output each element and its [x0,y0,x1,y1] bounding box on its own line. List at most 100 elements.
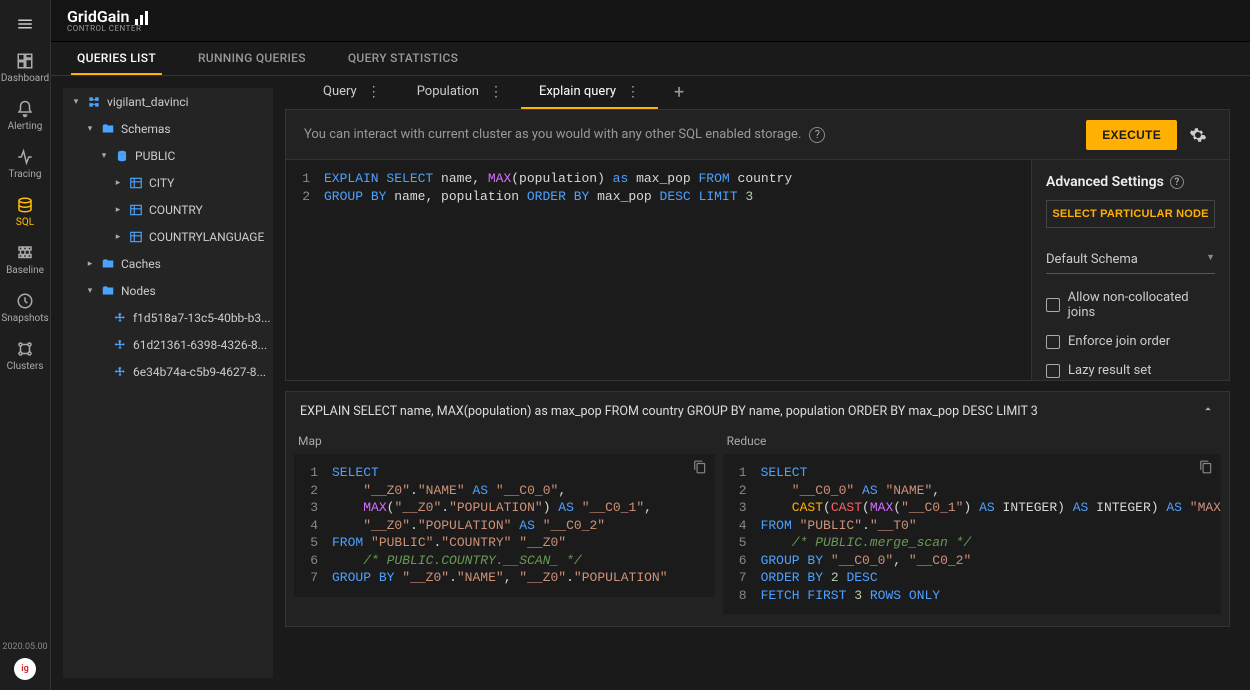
select-node-button[interactable]: SELECT PARTICULAR NODE [1046,200,1215,228]
tree-schemas[interactable]: ▾ Schemas [63,115,273,142]
nav-dashboard[interactable]: Dashboard [0,44,51,92]
nav-label: Tracing [8,169,41,180]
tree-node[interactable]: f1d518a7-13c5-40bb-b3... [63,304,273,331]
schema-select-value: Default Schema [1046,252,1138,267]
nav-baseline[interactable]: Baseline [0,236,51,284]
tab-more-icon[interactable]: ⋮ [626,84,640,100]
tab-more-icon[interactable]: ⋮ [367,84,381,100]
nav-sql[interactable]: SQL [0,188,51,236]
settings-option[interactable]: Enforce join order [1046,334,1215,349]
query-tab[interactable]: Population ⋮ [399,76,521,109]
top-tab[interactable]: QUERIES LIST [71,42,162,75]
tree-caches[interactable]: ▸ Caches [63,250,273,277]
result-panel: EXPLAIN SELECT name, MAX(population) as … [285,391,1230,627]
gear-icon [1189,126,1207,144]
reduce-result-code: 1SELECT2 "__C0_0" AS "NAME",3 CAST(CAST(… [723,454,1221,614]
copy-map-button[interactable] [693,460,707,480]
brand: GridGain CONTROL CENTER [67,9,148,33]
nav-alerting[interactable]: Alerting [0,92,51,140]
chevron-down-icon: ▾ [71,97,81,107]
plus-icon: + [674,82,684,103]
query-tab-label: Query [323,84,357,99]
settings-option[interactable]: Lazy result set [1046,363,1215,378]
settings-option[interactable]: Allow non-collocated joins [1046,290,1215,320]
query-tab-label: Population [417,84,479,99]
tree-schemas-label: Schemas [121,122,171,136]
tree-table-label: COUNTRYLANGUAGE [149,230,264,244]
header: GridGain CONTROL CENTER [51,0,1250,42]
option-label: Enforce join order [1068,334,1170,349]
tree-public-label: PUBLIC [135,149,175,163]
tree-cluster[interactable]: ▾ vigilant_davinci [63,88,273,115]
tree-table[interactable]: ▸ COUNTRY [63,196,273,223]
query-tabs: Query ⋮ Population ⋮ Explain query ⋮ + [285,76,1230,110]
table-icon [129,203,143,217]
sql-icon [16,196,34,214]
checkbox-icon [1046,335,1060,349]
tree-table[interactable]: ▸ COUNTRYLANGUAGE [63,223,273,250]
footer-logo: ig [14,658,36,680]
sql-editor[interactable]: 1EXPLAIN SELECT name, MAX(population) as… [286,160,1031,380]
folder-icon [101,122,115,136]
top-tab[interactable]: RUNNING QUERIES [192,42,312,75]
table-icon [129,230,143,244]
chevron-down-icon: ▼ [1206,252,1215,267]
help-icon[interactable]: ? [1170,175,1184,189]
nav-label: Alerting [8,121,43,132]
tree-schema-public[interactable]: ▾ PUBLIC [63,142,273,169]
nav-clusters[interactable]: Clusters [0,332,51,380]
baseline-icon [16,244,34,262]
snapshots-icon [16,292,34,310]
map-result-code: 1SELECT2 "__Z0"."NAME" AS "__C0_0",3 MAX… [294,454,715,597]
add-query-tab[interactable]: + [658,76,700,109]
tree-table-label: COUNTRY [149,203,203,217]
table-icon [129,176,143,190]
nav-tracing[interactable]: Tracing [0,140,51,188]
hamburger-menu[interactable] [9,8,41,40]
nav-snapshots[interactable]: Snapshots [0,284,51,332]
query-tab-label: Explain query [539,84,616,99]
chevron-right-icon: ▸ [113,232,123,242]
tree-node[interactable]: 6e34b74a-c5b9-4627-8... [63,358,273,385]
top-tabs: QUERIES LIST RUNNING QUERIES QUERY STATIST… [51,42,1250,76]
info-text: You can interact with current cluster as… [304,127,801,142]
option-label: Allow non-collocated joins [1068,290,1215,320]
query-tab[interactable]: Query ⋮ [305,76,399,109]
collapse-button[interactable] [1201,402,1215,420]
query-tab[interactable]: Explain query ⋮ [521,76,658,109]
tree-nodes-label: Nodes [121,284,156,298]
tracing-icon [16,148,34,166]
help-icon[interactable]: ? [809,127,825,143]
result-header-text: EXPLAIN SELECT name, MAX(population) as … [300,404,1038,419]
top-tab[interactable]: QUERY STATISTICS [342,42,464,75]
query-settings-icon[interactable] [1185,126,1211,144]
nav-rail: Dashboard Alerting Tracing SQLBaselineSnaps… [0,0,51,690]
advanced-settings-title: Advanced Settings [1046,174,1164,190]
brand-bars-icon [135,11,148,25]
brand-name: GridGain [67,9,129,25]
tree-table[interactable]: ▸CITY [63,169,273,196]
map-label: Map [294,430,715,454]
folder-icon [101,284,115,298]
query-info-bar: You can interact with current cluster as… [286,110,1229,160]
node-icon [113,338,127,352]
nav-label: Dashboard [1,73,49,84]
execute-button[interactable]: EXECUTE [1086,120,1177,150]
tree-node-label: 61d21361-6398-4326-8... [133,338,267,352]
schema-select[interactable]: Default Schema ▼ [1046,246,1215,274]
chevron-right-icon: ▸ [113,205,123,215]
chevron-down-icon: ▾ [99,151,109,161]
advanced-settings-panel: Advanced Settings ? SELECT PARTICULAR NO… [1031,160,1229,380]
copy-icon [1199,460,1213,474]
checkbox-icon [1046,364,1060,378]
alerting-icon [16,100,34,118]
version-label: 2020.05.00 [2,642,47,652]
brand-subtitle: CONTROL CENTER [67,25,148,33]
node-icon [113,311,127,325]
checkbox-icon [1046,298,1060,312]
tree-nodes[interactable]: ▾ Nodes [63,277,273,304]
tree-node[interactable]: 61d21361-6398-4326-8... [63,331,273,358]
copy-reduce-button[interactable] [1199,460,1213,480]
chevron-up-icon [1201,402,1215,416]
tab-more-icon[interactable]: ⋮ [489,84,503,100]
